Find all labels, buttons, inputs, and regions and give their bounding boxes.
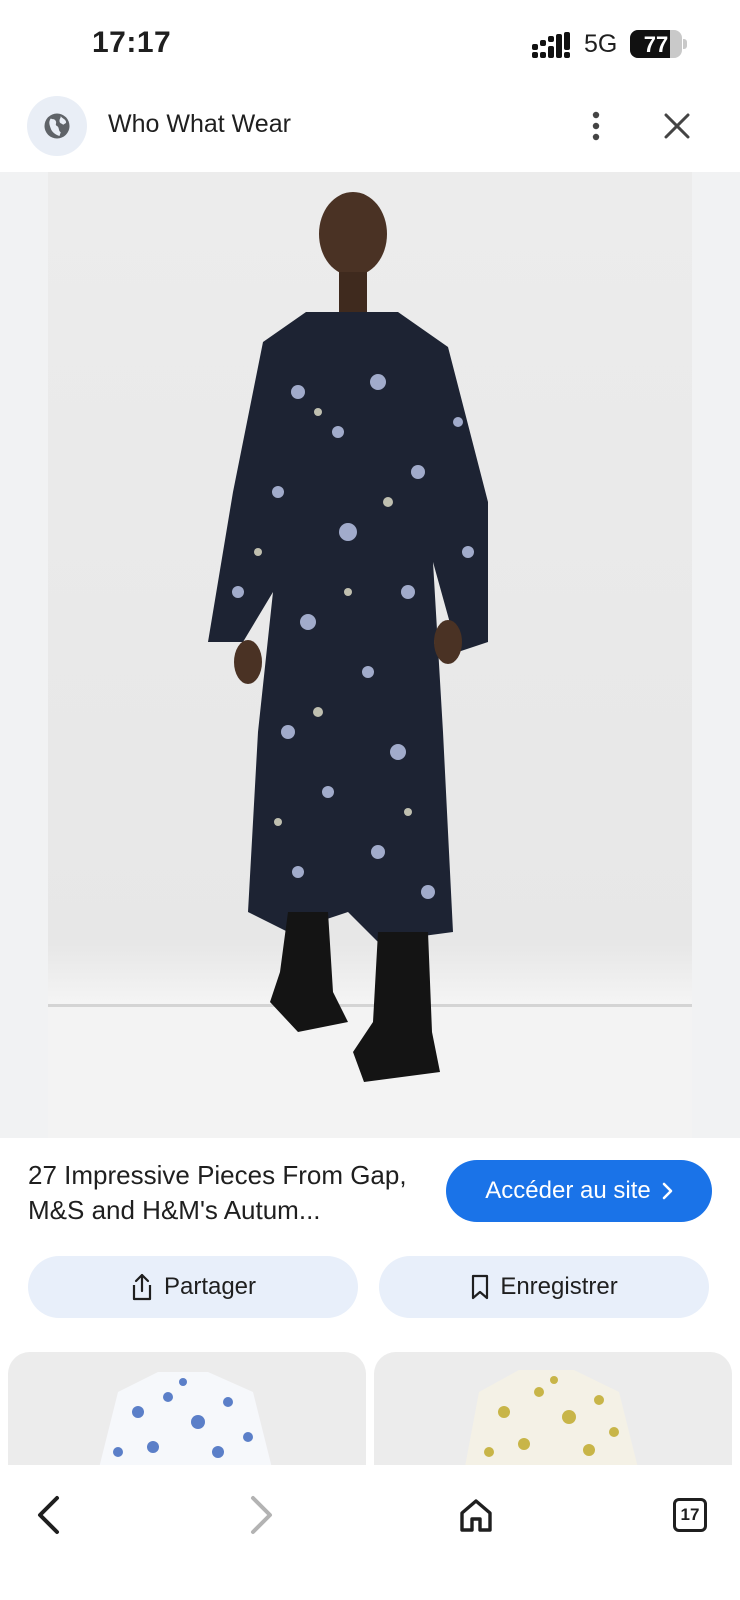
- bookmark-icon: [472, 1274, 489, 1300]
- viewer-header: Who What Wear: [0, 88, 740, 172]
- tabs-count: 17: [680, 1505, 700, 1524]
- close-icon[interactable]: [657, 106, 697, 146]
- tabs-icon: 17: [673, 1498, 707, 1532]
- save-label: Enregistrer: [500, 1273, 618, 1300]
- browser-bottom-nav: 17: [0, 1465, 740, 1600]
- site-favicon: [27, 96, 87, 156]
- image-preview[interactable]: [0, 172, 740, 1138]
- forward-icon: [251, 1496, 272, 1534]
- battery-icon: 77: [630, 30, 687, 58]
- related-image-thumbnail[interactable]: [8, 1352, 366, 1472]
- globe-icon: [44, 113, 70, 139]
- home-button[interactable]: [446, 1485, 506, 1545]
- network-label: 5G: [584, 30, 618, 58]
- signal-icon: [532, 32, 570, 58]
- status-time: 17:17: [92, 26, 172, 59]
- back-icon: [38, 1496, 59, 1534]
- share-label: Partager: [163, 1273, 257, 1300]
- related-image-thumbnail[interactable]: [374, 1352, 732, 1472]
- tabs-button[interactable]: 17: [660, 1485, 720, 1545]
- more-vert-icon[interactable]: [576, 106, 616, 146]
- product-photo: [48, 172, 692, 1138]
- page-title[interactable]: 27 Impressive Pieces From Gap, M&S and H…: [28, 1158, 428, 1228]
- share-icon: [132, 1273, 152, 1301]
- site-name[interactable]: Who What Wear: [108, 110, 291, 139]
- battery-level: 77: [643, 32, 669, 57]
- visit-site-label: Accéder au site: [485, 1177, 651, 1204]
- forward-button[interactable]: [232, 1485, 292, 1545]
- visit-site-button[interactable]: Accéder au site: [446, 1160, 712, 1222]
- home-icon: [460, 1499, 492, 1532]
- result-info: 27 Impressive Pieces From Gap, M&S and H…: [0, 1138, 740, 1258]
- chevron-right-icon: [662, 1182, 673, 1200]
- back-button[interactable]: [18, 1485, 78, 1545]
- share-button[interactable]: Partager: [28, 1256, 358, 1318]
- status-bar: 17:17 5G 77: [0, 0, 740, 88]
- save-button[interactable]: Enregistrer: [379, 1256, 709, 1318]
